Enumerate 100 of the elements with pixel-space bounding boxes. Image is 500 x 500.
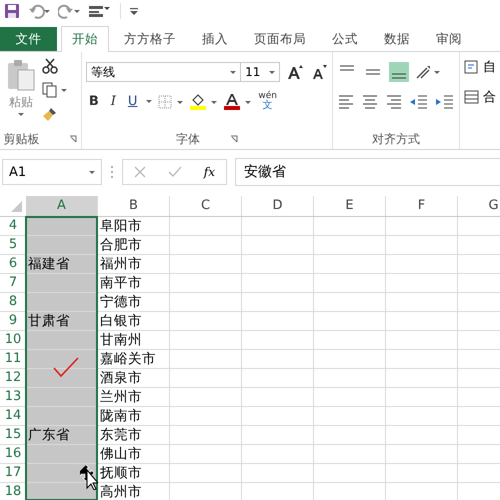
orientation-icon[interactable] bbox=[414, 64, 441, 80]
table-cell bbox=[386, 293, 458, 312]
table-cell: 佛山市 bbox=[98, 445, 170, 464]
table-cell: 甘肃省 bbox=[26, 312, 98, 331]
fill-color-icon[interactable] bbox=[190, 94, 218, 110]
column-header[interactable]: F bbox=[386, 196, 458, 216]
table-cell bbox=[26, 217, 98, 236]
brush-icon[interactable] bbox=[42, 106, 58, 122]
caret-icon bbox=[230, 70, 236, 74]
column-header[interactable]: G bbox=[458, 196, 500, 216]
table-cell bbox=[170, 255, 242, 274]
check-mark-drawing bbox=[52, 356, 80, 378]
grip-icon bbox=[110, 165, 114, 179]
caret-icon[interactable] bbox=[146, 100, 152, 103]
name-box[interactable]: A1 bbox=[2, 159, 102, 185]
table-cell: 福州市 bbox=[98, 255, 170, 274]
underline-button[interactable]: U bbox=[124, 94, 140, 109]
row-header[interactable]: 6 bbox=[0, 255, 26, 274]
font-name-field[interactable]: 等线 bbox=[86, 62, 242, 82]
file-tab[interactable]: 文件 bbox=[0, 27, 57, 51]
table-cell: 甘南州 bbox=[98, 331, 170, 350]
table-cell: 福建省 bbox=[26, 255, 98, 274]
table-cell bbox=[314, 274, 386, 293]
ribbon-tab[interactable]: 审阅 bbox=[425, 27, 473, 51]
insert-function-button[interactable]: fx bbox=[204, 165, 216, 179]
undo-icon[interactable] bbox=[28, 3, 50, 19]
vertical-align-icon[interactable] bbox=[388, 62, 409, 82]
table-cell: 嘉峪关市 bbox=[98, 350, 170, 369]
table-cell bbox=[242, 369, 314, 388]
paste-button[interactable]: 粘贴 bbox=[4, 56, 38, 129]
row-header[interactable]: 9 bbox=[0, 312, 26, 331]
ribbon-tab[interactable]: 页面布局 bbox=[243, 27, 317, 51]
ribbon-tab[interactable]: 数据 bbox=[373, 27, 421, 51]
dialog-launcher-icon[interactable] bbox=[69, 135, 78, 143]
table-cell bbox=[386, 464, 458, 483]
italic-button[interactable]: I bbox=[108, 94, 119, 109]
redo-icon[interactable] bbox=[58, 3, 80, 19]
table-cell bbox=[170, 274, 242, 293]
column-header[interactable]: A bbox=[26, 196, 98, 216]
font-color-icon[interactable] bbox=[224, 94, 252, 110]
merge-button[interactable]: 合 bbox=[464, 88, 496, 106]
row-header[interactable]: 8 bbox=[0, 293, 26, 312]
table-cell bbox=[170, 464, 242, 483]
table-cell bbox=[242, 312, 314, 331]
table-cell bbox=[242, 255, 314, 274]
ribbon-tab[interactable]: 插入 bbox=[191, 27, 239, 51]
table-cell bbox=[314, 293, 386, 312]
table-cell: 宁德市 bbox=[98, 293, 170, 312]
table-cell: 高州市 bbox=[98, 483, 170, 500]
table-cell: 阜阳市 bbox=[98, 217, 170, 236]
table-cell bbox=[386, 445, 458, 464]
formula-field[interactable]: 安徽省 bbox=[235, 158, 500, 186]
column-header[interactable]: C bbox=[170, 196, 242, 216]
column-header[interactable]: B bbox=[98, 196, 170, 216]
wrap-text-button[interactable]: 自 bbox=[464, 58, 496, 76]
grow-font-icon[interactable] bbox=[286, 64, 304, 80]
toolbar-options-icon[interactable] bbox=[88, 3, 112, 19]
row-header[interactable]: 11 bbox=[0, 350, 26, 369]
table-cell bbox=[242, 464, 314, 483]
table-cell bbox=[170, 293, 242, 312]
row-header[interactable]: 14 bbox=[0, 407, 26, 426]
row-header[interactable]: 5 bbox=[0, 236, 26, 255]
phonetic-button[interactable]: wén 文 bbox=[258, 92, 278, 111]
row-header[interactable]: 16 bbox=[0, 445, 26, 464]
row-header[interactable]: 12 bbox=[0, 369, 26, 388]
dialog-launcher-icon[interactable] bbox=[230, 135, 238, 143]
table-cell bbox=[314, 236, 386, 255]
bold-button[interactable]: B bbox=[86, 94, 102, 109]
table-cell bbox=[386, 369, 458, 388]
ribbon-tab[interactable]: 公式 bbox=[321, 27, 369, 51]
row-header[interactable]: 4 bbox=[0, 217, 26, 236]
table-cell bbox=[386, 255, 458, 274]
table-cell bbox=[314, 312, 386, 331]
table-cell bbox=[26, 293, 98, 312]
row-header[interactable]: 10 bbox=[0, 331, 26, 350]
table-cell: 南平市 bbox=[98, 274, 170, 293]
row-header[interactable]: 13 bbox=[0, 388, 26, 407]
wrap-text-icon bbox=[464, 59, 480, 75]
ribbon-tab[interactable]: 开始 bbox=[61, 26, 109, 52]
table-cell bbox=[314, 407, 386, 426]
table-cell bbox=[170, 407, 242, 426]
table-cell bbox=[26, 350, 98, 369]
move-cursor-icon bbox=[80, 464, 98, 490]
table-cell bbox=[314, 426, 386, 445]
table-cell bbox=[170, 312, 242, 331]
column-header[interactable]: D bbox=[242, 196, 314, 216]
table-cell: 酒泉市 bbox=[98, 369, 170, 388]
table-cell bbox=[386, 312, 458, 331]
ribbon-tab[interactable]: 方方格子 bbox=[113, 27, 187, 51]
column-header[interactable]: E bbox=[314, 196, 386, 216]
table-cell: 合肥市 bbox=[98, 236, 170, 255]
row-header[interactable]: 15 bbox=[0, 426, 26, 445]
row-header[interactable]: 7 bbox=[0, 274, 26, 293]
row-header[interactable]: 17 bbox=[0, 464, 26, 483]
borders-icon[interactable] bbox=[158, 94, 184, 108]
table-cell bbox=[26, 407, 98, 426]
font-size-field[interactable]: 11 bbox=[240, 62, 280, 82]
save-icon[interactable] bbox=[4, 3, 20, 19]
scissors-icon[interactable] bbox=[42, 58, 58, 74]
copy-icon[interactable] bbox=[42, 82, 68, 98]
